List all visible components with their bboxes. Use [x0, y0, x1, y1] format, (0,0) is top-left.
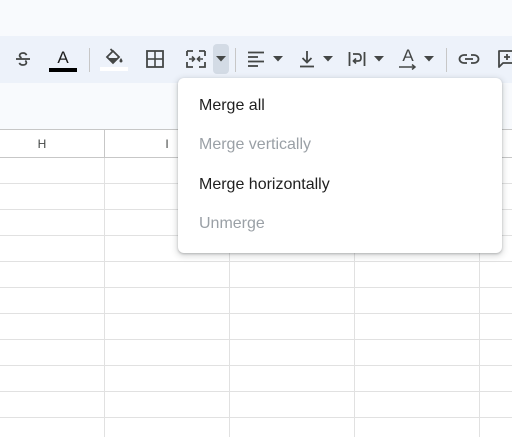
insert-comment-button[interactable]: [494, 44, 512, 74]
toolbar-divider: [446, 48, 447, 72]
row-gridline: [0, 391, 512, 392]
row-gridline: [0, 365, 512, 366]
row-gridline: [0, 339, 512, 340]
toolbar-divider: [235, 48, 236, 72]
menu-bar-area: [0, 0, 512, 36]
horizontal-align-button[interactable]: [243, 44, 287, 74]
link-icon: [458, 54, 480, 64]
caret-down-icon: [323, 56, 333, 62]
text-color-button[interactable]: A: [46, 44, 80, 74]
fill-color-button[interactable]: [98, 44, 130, 74]
strikethrough-icon: [16, 52, 30, 66]
align-bottom-icon: [300, 51, 314, 68]
text-wrapping-button[interactable]: [344, 44, 388, 74]
text-rotation-button[interactable]: A: [394, 44, 438, 74]
caret-down-icon: [374, 56, 384, 62]
caret-down-icon: [216, 56, 226, 62]
merge-all-option[interactable]: Merge all: [178, 86, 502, 126]
merge-vertically-option: Merge vertically: [199, 136, 312, 154]
vertical-align-button[interactable]: [294, 44, 338, 74]
merge-cells-menu: Merge all Merge vertically Merge horizon…: [178, 78, 502, 253]
formatting-toolbar: A A: [0, 36, 512, 83]
merge-cells-dropdown-button[interactable]: [213, 44, 229, 74]
toolbar-divider: [89, 48, 90, 72]
column-gridline: [104, 158, 105, 437]
text-color-icon: A: [57, 47, 69, 67]
fill-color-swatch: [100, 66, 128, 71]
column-header-h[interactable]: H: [0, 130, 84, 157]
paint-bucket-icon: [105, 47, 123, 64]
caret-down-icon: [424, 56, 434, 62]
text-rotation-icon: A: [398, 47, 418, 70]
borders-button[interactable]: [140, 44, 170, 74]
text-color-swatch: [49, 67, 77, 72]
spreadsheet-window: A A H I Merge all Merge vertically Merge…: [0, 0, 512, 437]
text-wrap-icon: [348, 52, 366, 66]
add-comment-icon: [498, 50, 512, 68]
unmerge-option: Unmerge: [199, 215, 265, 233]
row-gridline: [0, 417, 512, 418]
merge-cells-icon: [186, 50, 206, 68]
strikethrough-button[interactable]: [8, 44, 38, 74]
row-gridline: [0, 261, 512, 262]
insert-link-button[interactable]: [454, 44, 484, 74]
caret-down-icon: [273, 56, 283, 62]
row-gridline: [0, 287, 512, 288]
merge-cells-button[interactable]: [180, 44, 212, 74]
align-left-icon: [248, 51, 264, 67]
merge-horizontally-option[interactable]: Merge horizontally: [178, 165, 502, 205]
borders-icon: [146, 50, 164, 68]
row-gridline: [0, 313, 512, 314]
